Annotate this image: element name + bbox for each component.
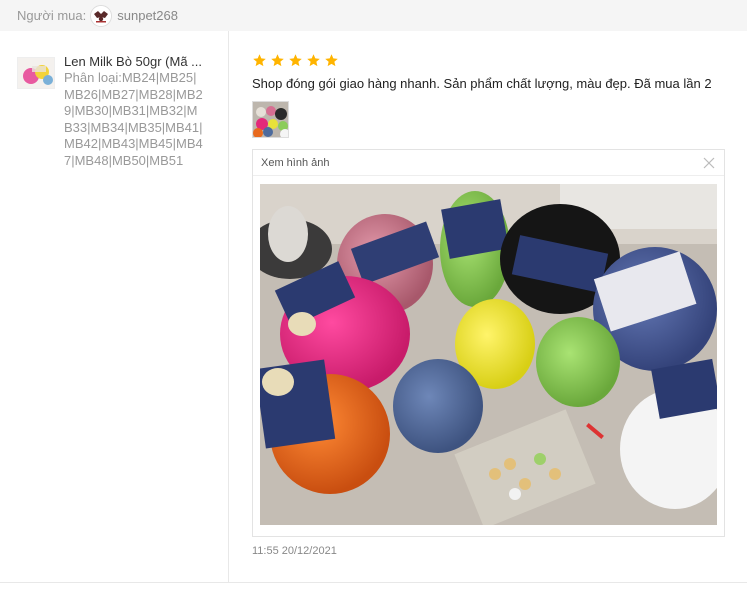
star-icon [307, 54, 320, 67]
buyer-avatar[interactable] [90, 4, 113, 27]
review-photo-large[interactable] [260, 184, 717, 525]
star-icon [325, 54, 338, 67]
star-icon [271, 54, 284, 67]
image-viewer-title: Xem hình ảnh [261, 156, 330, 169]
review-timestamp: 11:55 20/12/2021 [252, 545, 337, 557]
image-viewer-header: Xem hình ảnh [253, 150, 724, 176]
review-column: Shop đóng gói giao hàng nhanh. Sản phẩm … [229, 31, 747, 583]
product-variant: Phân loại:MB24|MB25|MB26|MB27|MB28|MB29|… [64, 70, 203, 168]
buyer-name[interactable]: sunpet268 [117, 8, 178, 23]
star-icon [253, 54, 266, 67]
image-viewer: Xem hình ảnh [252, 149, 725, 537]
product-name[interactable]: Len Milk Bò 50gr (Mã ... [64, 54, 214, 70]
review-comment: Shop đóng gói giao hàng nhanh. Sản phẩm … [252, 76, 712, 91]
avatar-icon [91, 5, 112, 26]
close-icon[interactable] [702, 156, 716, 170]
product-thumbnail[interactable] [17, 57, 55, 89]
star-icon [289, 54, 302, 67]
product-column: Len Milk Bò 50gr (Mã ... Phân loại:MB24|… [0, 31, 229, 583]
divider [0, 582, 747, 583]
buyer-bar: Người mua: sunpet268 [0, 0, 747, 31]
buyer-label: Người mua: [17, 8, 87, 23]
rating-stars [252, 53, 339, 68]
review-photo-thumbnail[interactable] [252, 101, 289, 138]
